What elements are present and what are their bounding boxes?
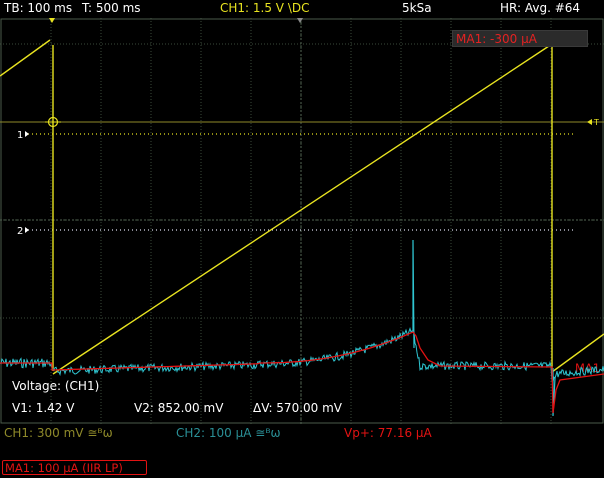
channel-scale-readout[interactable]: CH1: 1.5 V \DC [220, 1, 309, 15]
acquisition-mode-readout[interactable]: HR: Avg. #64 [500, 1, 580, 15]
ch1-settings[interactable]: CH1: 300 mV ≅ᴮω [4, 426, 113, 440]
ch2-settings[interactable]: CH2: 100 µA ≅ᴮω [176, 426, 281, 440]
timebase-readout[interactable]: TB: 100 ms [4, 1, 72, 15]
cursor-v2-value: V2: 852.00 mV [134, 401, 224, 415]
ch1-marker: 1 [17, 130, 23, 141]
trigger-level-marker: T [593, 118, 599, 127]
cursor-v1-value: V1: 1.42 V [12, 401, 75, 415]
ch2-marker: 2 [17, 226, 23, 237]
peak-measurement[interactable]: Vp+: 77.16 µA [344, 426, 432, 440]
cursor-delta-value: ΔV: 570.00 mV [253, 401, 342, 415]
math-channel-settings[interactable]: MA1: 100 µA (IIR LP) [2, 460, 147, 475]
waveform-display[interactable]: 1 2 T MA1 [0, 18, 604, 424]
trigger-time-readout[interactable]: T: 500 ms [82, 1, 141, 15]
cursor-panel-title: Voltage: (CH1) [12, 379, 100, 393]
channel-info-bar: CH1: 300 mV ≅ᴮω CH2: 100 µA ≅ᴮω Vp+: 77.… [0, 424, 604, 448]
math-offset-tag[interactable]: MA1: -300 µA [452, 30, 588, 47]
status-bar: TB: 100 ms T: 500 ms CH1: 1.5 V \DC 5kSa… [0, 0, 604, 18]
sample-rate-readout[interactable]: 5kSa [402, 1, 432, 15]
